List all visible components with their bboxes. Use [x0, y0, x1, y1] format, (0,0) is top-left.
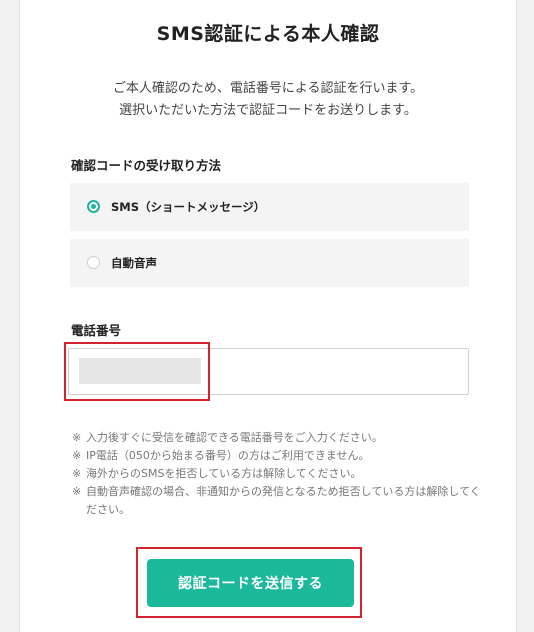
- intro-line: 選択いただいた方法で認証コードをお送りします。: [119, 103, 417, 118]
- radio-unchecked-icon[interactable]: [87, 256, 100, 269]
- phone-input[interactable]: [68, 348, 469, 395]
- intro-line: ご本人確認のため、電話番号による認証を行います。: [112, 81, 424, 96]
- note-item: 自動音声確認の場合、非通知からの発信となるため拒否している方は解除してください。: [72, 483, 482, 519]
- intro-text: ご本人確認のため、電話番号による認証を行います。 選択いただいた方法で認証コード…: [20, 78, 516, 122]
- method-option-label: SMS（ショートメッセージ）: [111, 200, 266, 214]
- radio-checked-icon[interactable]: [87, 200, 100, 213]
- note-item: IP電話（050から始まる番号）の方はご利用できません。: [72, 447, 482, 465]
- method-label: 確認コードの受け取り方法: [71, 158, 222, 173]
- notes-list: 入力後すぐに受信を確認できる電話番号をご入力ください。 IP電話（050から始ま…: [72, 429, 482, 519]
- phone-label: 電話番号: [71, 323, 122, 338]
- verification-card: SMS認証による本人確認 ご本人確認のため、電話番号による認証を行います。 選択…: [19, 0, 517, 632]
- phone-value-redacted: [79, 358, 201, 384]
- method-option-label: 自動音声: [111, 256, 157, 270]
- method-option-sms[interactable]: SMS（ショートメッセージ）: [70, 183, 469, 231]
- method-option-voice[interactable]: 自動音声: [70, 239, 469, 287]
- page-title: SMS認証による本人確認: [156, 23, 380, 45]
- note-item: 入力後すぐに受信を確認できる電話番号をご入力ください。: [72, 429, 482, 447]
- note-item: 海外からのSMSを拒否している方は解除してください。: [72, 465, 482, 483]
- send-code-button[interactable]: 認証コードを送信する: [147, 559, 354, 607]
